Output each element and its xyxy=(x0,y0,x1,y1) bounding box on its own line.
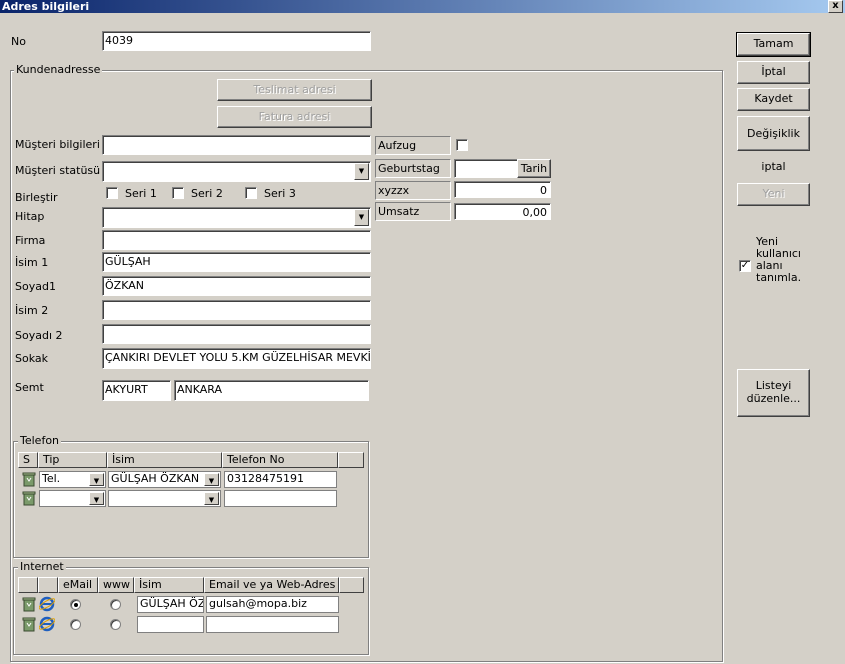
save-button[interactable]: Kaydet xyxy=(737,88,810,111)
telefon-row1-no[interactable]: 03128475191 xyxy=(224,471,337,488)
second-last-name-label: Soyadı 2 xyxy=(15,329,63,342)
recycle-bin-icon[interactable] xyxy=(21,491,37,506)
date-picker-button[interactable]: Tarih xyxy=(517,159,551,178)
telefon-row1-isim[interactable]: GÜLŞAH ÖZKAN ▼ xyxy=(108,471,221,488)
umsatz-field[interactable]: 0,00 xyxy=(454,203,551,220)
seri1-checkbox[interactable] xyxy=(106,187,118,199)
new-custom-field-label: Yeni kullanıcı alanı tanımla. xyxy=(756,236,801,284)
kundenadresse-group-title: Kundenadresse xyxy=(14,63,103,76)
telefon-header-no: Telefon No xyxy=(222,452,338,468)
edit-list-button[interactable]: Listeyi düzenle... xyxy=(737,369,810,417)
customer-status-select[interactable]: ▼ xyxy=(102,161,371,182)
email-radio[interactable] xyxy=(70,619,81,630)
aufzug-label: Aufzug xyxy=(375,136,451,155)
second-name-label: İsim 2 xyxy=(15,304,49,317)
chevron-down-icon[interactable]: ▼ xyxy=(204,473,219,486)
window-title: Adres bilgileri xyxy=(2,0,90,13)
no-field[interactable]: 4039 xyxy=(102,31,371,51)
salutation-label: Hitap xyxy=(15,210,45,223)
invoice-address-button[interactable]: Fatura adresi xyxy=(217,106,372,128)
first-name-label: İsim 1 xyxy=(15,256,49,269)
aufzug-checkbox[interactable] xyxy=(456,139,468,151)
recycle-bin-icon[interactable] xyxy=(21,597,37,612)
new-custom-field-line4: tanımla. xyxy=(756,271,802,284)
telefon-row2-no[interactable] xyxy=(224,490,337,507)
delivery-address-button[interactable]: Teslimat adresi xyxy=(217,79,372,101)
company-field[interactable] xyxy=(102,230,371,250)
street-field[interactable]: ÇANKIRI DEVLET YOLU 5.KM GÜZELHİSAR MEVK… xyxy=(102,348,371,369)
seri2-label: Seri 2 xyxy=(191,187,223,200)
no-label: No xyxy=(11,35,26,48)
chevron-down-icon[interactable]: ▼ xyxy=(89,473,104,486)
umsatz-label: Umsatz xyxy=(375,202,451,221)
cancel-changes-button[interactable]: Değişiklik iptal xyxy=(737,116,810,173)
company-label: Firma xyxy=(15,234,46,247)
telefon-row1-tip[interactable]: Tel. ▼ xyxy=(39,471,106,488)
internet-row1-isim[interactable]: GÜLŞAH ÖZ xyxy=(137,596,204,613)
birthday-label: Geburtstag xyxy=(375,159,451,178)
telefon-header-tip: Tip xyxy=(38,452,107,468)
second-last-name-field[interactable] xyxy=(102,324,371,344)
telefon-row1-tip-value: Tel. xyxy=(42,472,61,485)
salutation-select[interactable]: ▼ xyxy=(102,207,371,228)
internet-header-isim: İsim xyxy=(134,577,204,593)
seri1-label: Seri 1 xyxy=(125,187,157,200)
last-name-label: Soyad1 xyxy=(15,280,56,293)
seri3-checkbox[interactable] xyxy=(245,187,257,199)
new-button[interactable]: Yeni xyxy=(737,183,810,206)
district-label: Semt xyxy=(15,381,44,394)
chevron-down-icon[interactable]: ▼ xyxy=(89,492,104,505)
ok-button[interactable]: Tamam xyxy=(736,32,811,57)
www-radio[interactable] xyxy=(110,599,121,610)
telefon-row2-tip[interactable]: ▼ xyxy=(39,490,106,507)
customer-status-label: Müşteri statüsü xyxy=(15,164,101,177)
recycle-bin-icon[interactable] xyxy=(21,617,37,632)
street-label: Sokak xyxy=(15,352,48,365)
birthday-field[interactable] xyxy=(454,159,518,178)
xyzzx-field[interactable]: 0 xyxy=(454,181,551,198)
second-name-field[interactable] xyxy=(102,300,371,320)
new-custom-field-checkbox[interactable]: ✓ xyxy=(739,260,751,272)
internet-header-blank1 xyxy=(18,577,38,593)
edit-list-line2: düzenle... xyxy=(746,392,801,405)
seri3-label: Seri 3 xyxy=(264,187,296,200)
district-field[interactable]: AKYURT xyxy=(102,380,171,401)
telefon-header-s: S xyxy=(18,452,38,468)
recycle-bin-icon[interactable] xyxy=(21,472,37,487)
window-titlebar: Adres bilgileri xyxy=(0,0,845,13)
telefon-group-title: Telefon xyxy=(18,434,62,447)
city-field[interactable]: ANKARA xyxy=(174,380,369,401)
customer-info-field[interactable] xyxy=(102,135,371,155)
edit-list-line1: Listeyi xyxy=(755,379,792,392)
internet-header-email: eMail xyxy=(58,577,98,593)
internet-header-address: Email ve ya Web-Adres xyxy=(204,577,339,593)
telefon-row1-isim-value: GÜLŞAH ÖZKAN xyxy=(111,472,200,485)
first-name-field[interactable]: GÜLŞAH xyxy=(102,252,371,272)
chevron-down-icon[interactable]: ▼ xyxy=(354,209,369,226)
telefon-header-isim: İsim xyxy=(107,452,222,468)
customer-info-label: Müşteri bilgileri xyxy=(15,138,100,151)
chevron-down-icon[interactable]: ▼ xyxy=(204,492,219,505)
internet-header-filler xyxy=(339,577,364,593)
chevron-down-icon[interactable]: ▼ xyxy=(354,163,369,180)
last-name-field[interactable]: ÖZKAN xyxy=(102,276,371,296)
email-radio[interactable] xyxy=(70,599,81,610)
telefon-row2-isim[interactable]: ▼ xyxy=(108,490,221,507)
internet-group-title: Internet xyxy=(18,560,66,573)
close-button[interactable]: x xyxy=(828,0,843,13)
browser-icon[interactable] xyxy=(38,616,56,632)
internet-row1-address[interactable]: gulsah@mopa.biz xyxy=(206,596,339,613)
internet-header-www: www xyxy=(98,577,134,593)
browser-icon[interactable] xyxy=(38,596,56,612)
xyzzx-label: xyzzx xyxy=(375,181,451,200)
internet-row2-address[interactable] xyxy=(206,616,339,633)
www-radio[interactable] xyxy=(110,619,121,630)
merge-label: Birleştir xyxy=(15,191,58,204)
cancel-button[interactable]: İptal xyxy=(737,61,810,84)
internet-header-blank2 xyxy=(38,577,58,593)
internet-row2-isim[interactable] xyxy=(137,616,204,633)
telefon-header-filler xyxy=(338,452,364,468)
seri2-checkbox[interactable] xyxy=(172,187,184,199)
